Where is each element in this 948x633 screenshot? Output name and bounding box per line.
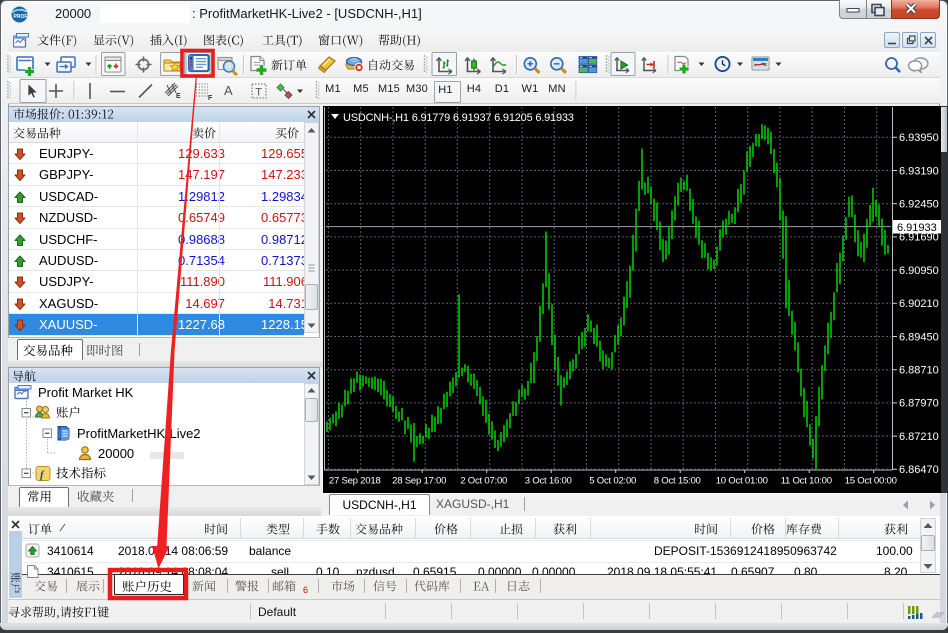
svg-text:15 Oct 00:00: 15 Oct 00:00 — [845, 476, 897, 487]
svg-text:27 Sep 2018: 27 Sep 2018 — [329, 476, 381, 487]
svg-text:6.92450: 6.92450 — [899, 199, 939, 211]
svg-text:5 Oct 02:00: 5 Oct 02:00 — [589, 476, 636, 487]
svg-text:6.90950: 6.90950 — [899, 265, 939, 277]
svg-text:6.93950: 6.93950 — [899, 132, 939, 144]
svg-text:2 Oct 07:00: 2 Oct 07:00 — [460, 476, 507, 487]
svg-text:6.87210: 6.87210 — [899, 431, 939, 443]
svg-text:6.93190: 6.93190 — [899, 165, 939, 177]
svg-text:10 Oct 01:00: 10 Oct 01:00 — [716, 476, 768, 487]
svg-text:USDCNH-,H1 6.91779 6.91937 6.: USDCNH-,H1 6.91779 6.91937 6.91205 6.919… — [343, 112, 574, 124]
svg-text:28 Sep 17:00: 28 Sep 17:00 — [392, 476, 446, 487]
svg-text:6.88710: 6.88710 — [899, 365, 939, 377]
svg-text:3 Oct 16:00: 3 Oct 16:00 — [525, 476, 572, 487]
svg-text:11 Oct 10:00: 11 Oct 10:00 — [781, 476, 832, 487]
svg-text:8 Oct 15:00: 8 Oct 15:00 — [654, 476, 701, 487]
svg-text:6.90210: 6.90210 — [899, 298, 939, 310]
svg-text:6.91933: 6.91933 — [897, 222, 937, 234]
svg-text:6.86470: 6.86470 — [899, 464, 939, 476]
svg-text:6.89450: 6.89450 — [899, 331, 939, 343]
svg-text:6.87970: 6.87970 — [899, 398, 939, 410]
